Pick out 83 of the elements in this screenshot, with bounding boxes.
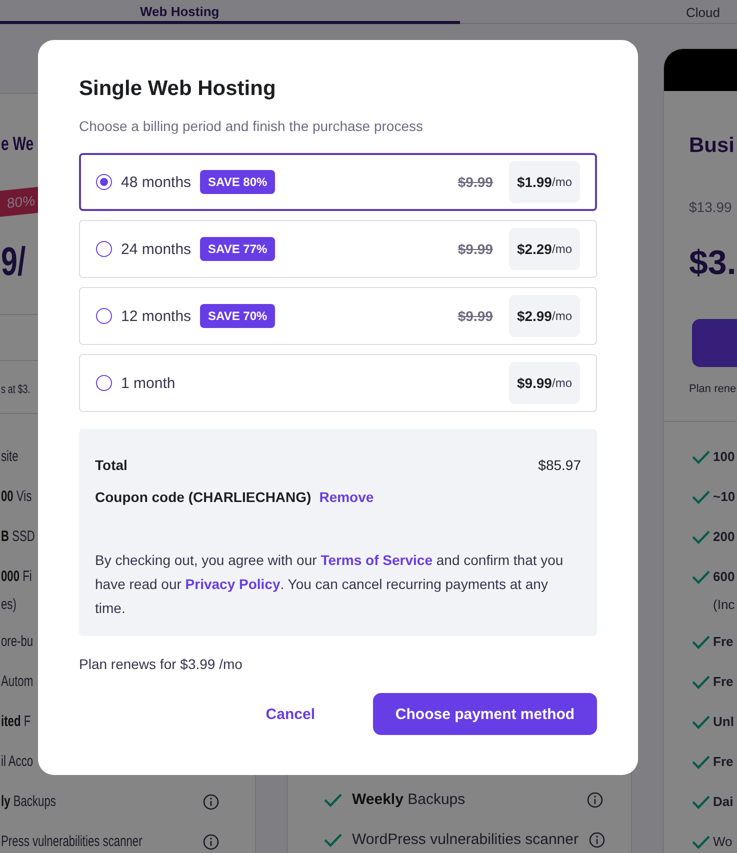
feature-text: ~10 (713, 488, 736, 506)
consent-text: By checking out, you agree with our Terms of Service and confirm that you have read our Privacy Policy. You can cancel recurring payments at any time. (95, 551, 564, 618)
billing-option[interactable]: 48 months SAVE 80% $9.99 $1.99/mo (79, 153, 597, 211)
period-label: 12 months (121, 308, 192, 324)
feature-text: Dai (713, 793, 734, 811)
billing-option[interactable]: 24 months SAVE 77% $9.99 $2.29/mo (79, 220, 597, 278)
monthly-price: $1.99 (516, 174, 552, 190)
check-icon (692, 755, 710, 769)
billing-option[interactable]: 12 months SAVE 70% $9.99 $2.99/mo (79, 287, 597, 345)
feature-text: 00 Vis (1, 487, 32, 507)
feature-text: 000 Fi (1, 567, 32, 587)
dialog-title: Single Web Hosting (79, 76, 277, 102)
period-label: 1 month (121, 374, 176, 392)
remove-coupon-link[interactable]: Remove (319, 489, 374, 505)
feature-text: site (1, 447, 18, 467)
coupon-label: Coupon code (CHARLIECHANG) (95, 489, 312, 505)
discount-badge: SAVE 80% (200, 170, 276, 194)
feature-text: 100 (713, 448, 735, 466)
feature-text: Fre (713, 753, 734, 771)
feature-text: Unl (713, 713, 734, 731)
check-icon (692, 490, 710, 504)
feature-text: Fre (713, 673, 734, 691)
plan-price: $3. (689, 243, 736, 284)
radio-button[interactable] (96, 308, 112, 324)
check-icon (692, 675, 710, 689)
old-price: $9.99 (458, 241, 493, 257)
feature-text: ore-bu (1, 632, 34, 652)
feature-text: WordPress vulnerabilities scanner (352, 830, 578, 850)
choose-payment-button[interactable]: Choose payment method (373, 693, 597, 735)
monthly-price: $9.99 (516, 375, 552, 391)
check-icon (692, 570, 710, 584)
feature-text: Fre (713, 633, 734, 651)
feature-text: Autom (1, 672, 34, 692)
discount-badge: SAVE 77% (200, 237, 276, 261)
price-unit: /mo (552, 175, 572, 189)
check-icon (692, 530, 710, 544)
radio-button[interactable] (96, 241, 112, 257)
feature-text: 200 (713, 528, 735, 546)
tab[interactable]: Cloud (460, 0, 737, 24)
policy-link[interactable]: Privacy Policy (185, 576, 280, 592)
policy-link[interactable]: Terms of Service (320, 552, 432, 568)
check-icon (692, 635, 710, 649)
radio-button[interactable] (96, 375, 112, 391)
old-price: $13.99 (689, 198, 732, 217)
renewal-note: Plan rene (689, 382, 736, 397)
price-unit: /mo (552, 242, 572, 256)
tab[interactable]: Web Hosting (0, 0, 460, 24)
monthly-price: $2.99 (516, 308, 552, 324)
period-label: 24 months (121, 240, 192, 258)
renewal-note: s at $3. (1, 381, 30, 398)
plan-price: 9/ (1, 239, 26, 286)
feature-text: Wo (713, 833, 732, 851)
total-label: Total (95, 457, 128, 473)
dialog-subtitle: Choose a billing period and finish the purchase process (79, 117, 424, 136)
discount-badge: SAVE 70% (200, 304, 276, 328)
cancel-button[interactable]: Cancel (250, 696, 331, 732)
feature-text: ited F (1, 712, 31, 732)
total-amount: $85.97 (538, 457, 581, 473)
check-icon (692, 835, 710, 849)
feature-text: il Acco (1, 752, 34, 772)
feature-text: ly Backups (1, 792, 56, 812)
old-price: $9.99 (458, 174, 493, 190)
check-icon (324, 833, 342, 847)
feature-note: es) (1, 595, 16, 615)
radio-button[interactable] (96, 174, 112, 190)
feature-text: Press vulnerabilities scanner (1, 832, 142, 852)
feature-text: 600 (713, 568, 735, 586)
feature-text: Weekly Backups (352, 790, 466, 810)
price-unit: /mo (552, 309, 572, 323)
plan-title: e We (1, 133, 34, 157)
old-price: $9.99 (458, 308, 493, 324)
check-icon (692, 795, 710, 809)
check-icon (324, 793, 342, 807)
monthly-price: $2.29 (516, 241, 552, 257)
feature-note: (Inc (713, 596, 735, 614)
period-label: 48 months (121, 174, 192, 190)
check-icon (692, 450, 710, 464)
renewal-note: Plan renews for $3.99 /mo (79, 655, 244, 674)
price-unit: /mo (552, 376, 572, 390)
feature-text: B SSD (1, 527, 35, 547)
billing-option[interactable]: 1 month $9.99/mo (79, 354, 597, 412)
check-icon (692, 715, 710, 729)
plan-title: Busi (689, 133, 735, 159)
